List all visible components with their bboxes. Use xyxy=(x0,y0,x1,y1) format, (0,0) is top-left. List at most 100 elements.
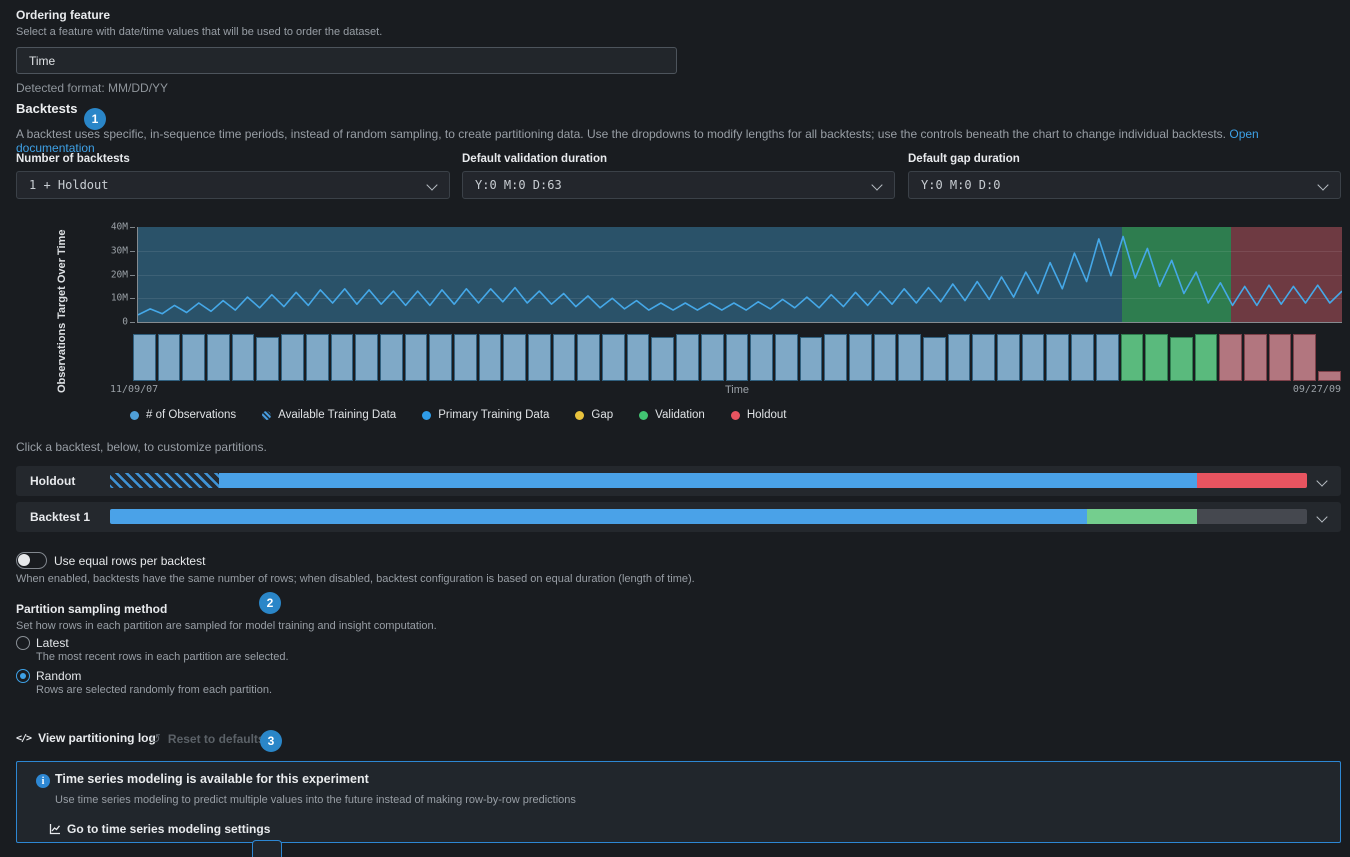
observation-bar xyxy=(528,334,551,381)
observation-bar xyxy=(874,334,897,381)
default-validation-duration-select[interactable]: Y:0 M:0 D:63 xyxy=(462,171,895,199)
equal-rows-toggle-label: Use equal rows per backtest xyxy=(54,554,205,568)
observation-bar xyxy=(256,337,279,381)
y-tick-label: 0 xyxy=(122,317,128,328)
dot-icon xyxy=(130,411,139,420)
legend-item: Holdout xyxy=(731,409,787,421)
legend-item: Gap xyxy=(575,409,613,421)
backtests-title: Backtests xyxy=(16,101,77,116)
radio-latest[interactable] xyxy=(16,636,30,650)
observation-bar xyxy=(849,334,872,381)
code-icon: </> xyxy=(16,733,31,744)
default-validation-duration-label: Default validation duration xyxy=(462,153,607,165)
partition-segment-green xyxy=(1087,509,1197,524)
observation-bar xyxy=(158,334,181,381)
chevron-down-icon[interactable] xyxy=(1316,475,1327,486)
y-tick-label: 30M xyxy=(111,245,128,256)
holdout-row[interactable]: Holdout xyxy=(16,466,1341,496)
ordering-feature-input[interactable]: Time xyxy=(16,47,677,74)
observation-bar xyxy=(1121,334,1144,381)
default-gap-duration-select[interactable]: Y:0 M:0 D:0 xyxy=(908,171,1341,199)
info-banner-title: Time series modeling is available for th… xyxy=(55,772,369,786)
observation-bar xyxy=(1022,334,1045,381)
observations-chart[interactable] xyxy=(133,334,1341,381)
step-badge-2: 2 xyxy=(259,592,281,614)
view-partitioning-log-button[interactable]: </> View partitioning log xyxy=(16,731,156,745)
observation-bar xyxy=(651,337,674,381)
x-axis-end-label: 09/27/09 xyxy=(1293,384,1341,395)
target-series-line xyxy=(138,227,1342,322)
step-badge-3: 3 xyxy=(260,730,282,752)
reset-to-defaults-button[interactable]: ↺ Reset to defaults xyxy=(150,731,265,747)
y-tick-mark xyxy=(130,251,135,252)
y-tick-label: 40M xyxy=(111,222,128,233)
ordering-feature-description: Select a feature with date/time values t… xyxy=(16,26,382,38)
legend-label: Holdout xyxy=(747,409,787,421)
observation-bar xyxy=(602,334,625,381)
observation-bar xyxy=(726,334,749,381)
observation-bar xyxy=(281,334,304,381)
observation-bar xyxy=(800,337,823,381)
go-to-time-series-settings-link[interactable]: Go to time series modeling settings xyxy=(49,822,270,836)
legend-item: Validation xyxy=(639,409,705,421)
observation-bar xyxy=(380,334,403,381)
partition-sampling-description: Set how rows in each partition are sampl… xyxy=(16,620,437,632)
observation-bar xyxy=(1096,334,1119,381)
observation-bar xyxy=(1071,334,1094,381)
holdout-row-label: Holdout xyxy=(30,466,75,496)
undo-icon: ↺ xyxy=(150,731,161,747)
observation-bar xyxy=(775,334,798,381)
observation-bar xyxy=(232,334,255,381)
legend-label: # of Observations xyxy=(146,409,236,421)
legend-label: Validation xyxy=(655,409,705,421)
observation-bar xyxy=(454,334,477,381)
observation-bar xyxy=(1145,334,1168,381)
observation-bar xyxy=(503,334,526,381)
chart-line-icon xyxy=(49,823,61,835)
chevron-down-icon xyxy=(1317,179,1328,190)
radio-latest-description: The most recent rows in each partition a… xyxy=(36,651,289,663)
observation-bar xyxy=(133,334,156,381)
number-of-backtests-select[interactable]: 1 + Holdout xyxy=(16,171,450,199)
dot-icon xyxy=(575,411,584,420)
observation-bar xyxy=(1170,337,1193,381)
number-of-backtests-label: Number of backtests xyxy=(16,153,130,165)
default-gap-duration-label: Default gap duration xyxy=(908,153,1020,165)
observation-bar xyxy=(997,334,1020,381)
observation-bar xyxy=(676,334,699,381)
time-series-info-banner: i Time series modeling is available for … xyxy=(16,761,1341,843)
target-over-time-chart[interactable] xyxy=(137,227,1342,323)
holdout-partition-bar xyxy=(110,473,1307,488)
observation-bar xyxy=(1195,334,1218,381)
observation-bar xyxy=(207,334,230,381)
chart-legend: # of ObservationsAvailable Training Data… xyxy=(130,407,786,423)
observation-bar xyxy=(750,334,773,381)
ordering-feature-value: Time xyxy=(29,54,55,68)
equal-rows-toggle[interactable] xyxy=(16,552,47,569)
observation-bar xyxy=(1318,371,1341,381)
y-tick-mark xyxy=(130,227,135,228)
partition-segment-red xyxy=(1197,473,1307,488)
dot-icon xyxy=(639,411,648,420)
observation-bar xyxy=(306,334,329,381)
observation-bar xyxy=(577,334,600,381)
chevron-down-icon xyxy=(871,179,882,190)
x-axis-start-label: 11/09/07 xyxy=(110,384,158,395)
chevron-down-icon[interactable] xyxy=(1316,511,1327,522)
radio-random[interactable] xyxy=(16,669,30,683)
y-tick-label: 10M xyxy=(111,293,128,304)
ordering-feature-label: Ordering feature xyxy=(16,8,110,22)
observation-bar xyxy=(898,334,921,381)
backtest-1-partition-bar xyxy=(110,509,1307,524)
partition-segment-blue xyxy=(110,509,1087,524)
observation-bar xyxy=(1293,334,1316,381)
observation-bar xyxy=(701,334,724,381)
info-icon: i xyxy=(36,774,50,788)
observation-bar xyxy=(923,337,946,381)
radio-latest-label: Latest xyxy=(36,636,69,650)
detected-format-text: Detected format: MM/DD/YY xyxy=(16,81,168,95)
backtest-1-row[interactable]: Backtest 1 xyxy=(16,502,1341,532)
observation-bar xyxy=(429,334,452,381)
observation-bar xyxy=(972,334,995,381)
backtest-1-row-label: Backtest 1 xyxy=(30,502,90,532)
